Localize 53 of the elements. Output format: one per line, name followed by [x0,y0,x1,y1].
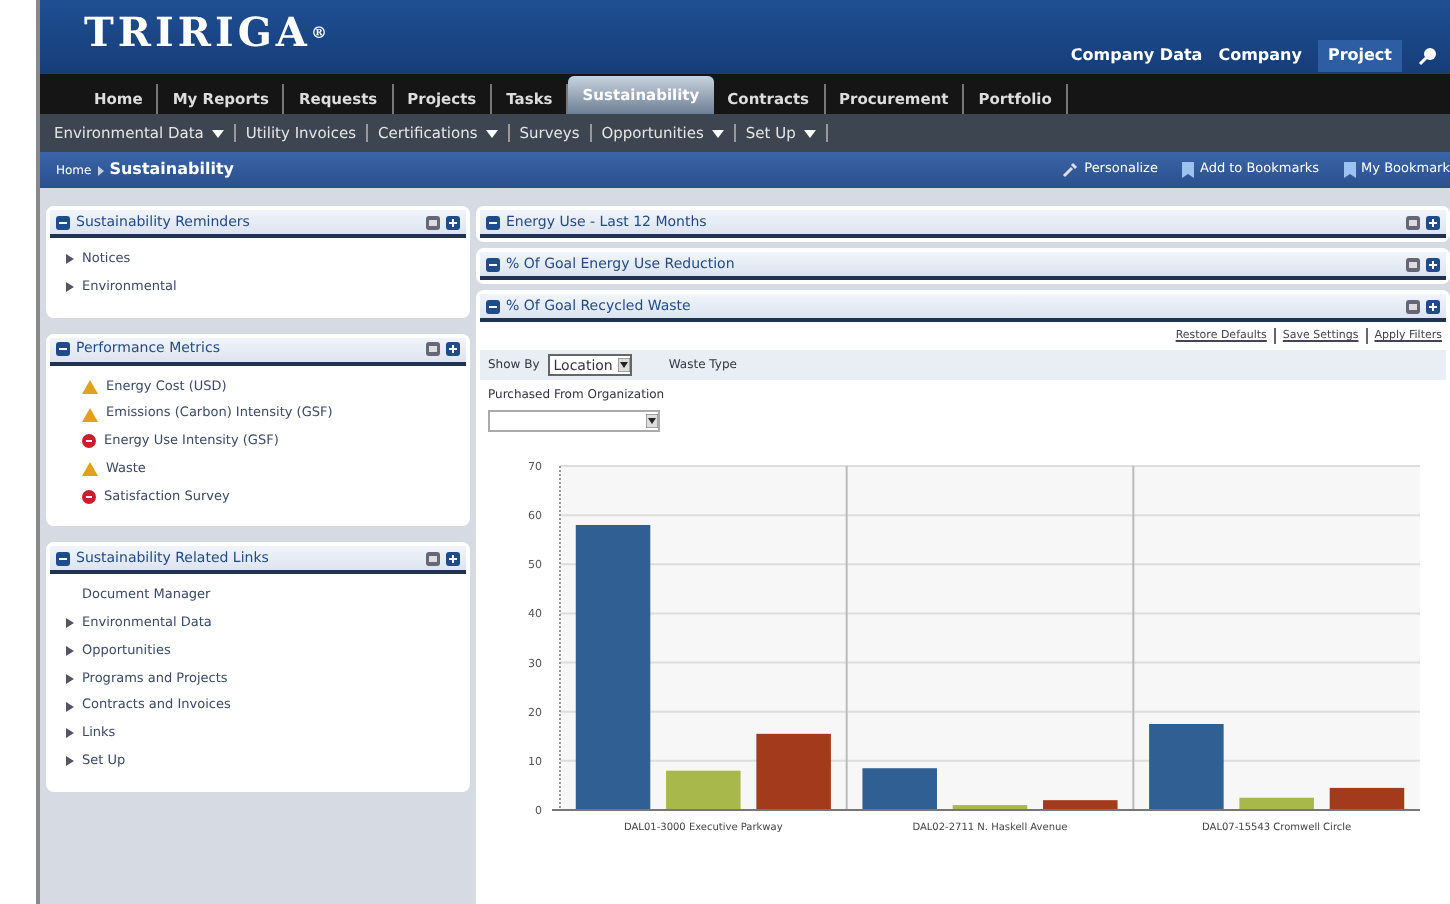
caret-icon [485,129,498,137]
collapse-icon[interactable] [56,551,70,566]
dropdown-icon [646,414,658,429]
window-icon [1406,215,1420,229]
window-icon [1406,299,1420,313]
caret-icon [711,129,724,137]
bullet-icon [66,254,74,265]
bullet-icon [66,646,74,657]
collapse-icon[interactable] [486,215,500,229]
expand-icon[interactable] [446,215,460,229]
bar [862,768,937,811]
collapse-icon[interactable] [56,342,70,356]
dropdown-icon [618,358,631,373]
expand-icon[interactable] [446,551,460,566]
collapse-icon[interactable] [56,215,70,229]
collapse-icon[interactable] [486,257,500,271]
bullet-icon [66,756,74,767]
bar [1043,800,1118,811]
bar [756,734,831,811]
bar [1149,724,1224,811]
caret-icon [803,129,816,137]
chevron-icon [97,165,104,175]
bar [666,771,741,811]
bookmark-icon [1181,162,1194,178]
bullet-icon [66,618,74,629]
bullet-icon [66,728,74,739]
header-link[interactable]: Company [1218,44,1302,68]
header-link[interactable]: Company Data [1070,44,1203,68]
logo: TRIRIGA$^{®}$ [84,12,331,52]
expand-icon[interactable] [1426,299,1440,313]
window-icon [1406,257,1420,271]
breadcrumb-link[interactable]: Sustainability [109,158,234,182]
bullet-icon [66,701,74,712]
expand-icon[interactable] [1426,257,1440,271]
bar [1329,788,1405,811]
bookmark-icon [1343,162,1356,178]
collapse-icon[interactable] [486,299,500,313]
window-icon [426,551,440,566]
bullet-icon [66,673,74,684]
window-icon [426,215,440,229]
error-icon [82,489,96,504]
caret-icon [211,129,224,137]
header-link[interactable]: Project [1317,40,1402,72]
expand-icon[interactable] [1426,215,1440,229]
bar [952,805,1028,811]
search-icon [1418,46,1438,66]
bullet-icon [66,282,74,293]
wrench-icon [1062,162,1079,178]
bar [1239,798,1314,811]
error-icon [82,434,96,449]
expand-icon[interactable] [446,342,460,356]
warning-icon [82,462,98,477]
window-icon [426,342,440,356]
